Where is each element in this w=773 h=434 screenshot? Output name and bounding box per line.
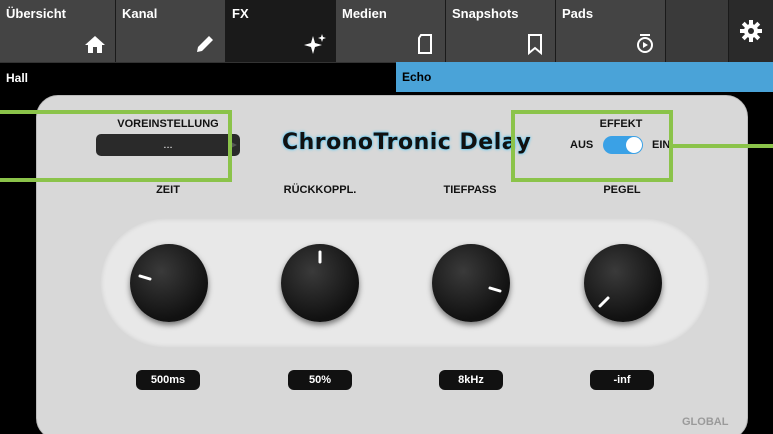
param-label-time: ZEIT <box>156 184 180 196</box>
knob-indicator <box>138 274 152 281</box>
plugin-title: ChronoTronic Delay <box>282 130 532 155</box>
knob-indicator <box>488 286 502 293</box>
knob-indicator <box>318 250 322 264</box>
global-label: GLOBAL <box>682 416 729 428</box>
sd-card-icon <box>418 34 432 54</box>
tab-spacer <box>666 0 729 62</box>
fx-subtabs: Hall Echo <box>0 62 773 92</box>
tab-media[interactable]: Medien <box>336 0 446 62</box>
tab-label: Übersicht <box>6 6 66 21</box>
tab-label: Snapshots <box>452 6 519 21</box>
tab-settings[interactable] <box>729 0 773 62</box>
time-value[interactable]: 500ms <box>136 370 200 390</box>
knob-indicator <box>598 296 610 308</box>
tab-snapshots[interactable]: Snapshots <box>446 0 556 62</box>
subtab-echo[interactable]: Echo <box>396 62 773 92</box>
sparkle-icon <box>304 34 326 54</box>
tab-pads[interactable]: Pads <box>556 0 666 62</box>
level-knob[interactable] <box>584 244 662 322</box>
bookmark-icon <box>528 34 542 56</box>
tab-overview[interactable]: Übersicht <box>0 0 116 62</box>
tab-label: Pads <box>562 6 594 21</box>
tab-fx[interactable]: FX <box>226 0 336 62</box>
tab-label: Kanal <box>122 6 158 21</box>
time-knob[interactable] <box>130 244 208 322</box>
gear-icon <box>740 20 762 42</box>
param-label-lowpass: TIEFPASS <box>443 184 497 196</box>
preset-callout <box>0 110 232 182</box>
tab-label: FX <box>232 6 249 21</box>
tab-label: Medien <box>342 6 387 21</box>
lowpass-value[interactable]: 8kHz <box>439 370 503 390</box>
effect-callout <box>511 110 673 182</box>
home-icon <box>85 36 105 53</box>
pencil-icon <box>197 36 213 52</box>
top-tab-bar: Übersicht Kanal FX Medien Snapshots Pads <box>0 0 773 62</box>
param-label-level: PEGEL <box>603 184 641 196</box>
param-label-feedback: RÜCKKOPPL. <box>283 184 357 196</box>
level-value[interactable]: -inf <box>590 370 654 390</box>
lowpass-knob[interactable] <box>432 244 510 322</box>
tab-channel[interactable]: Kanal <box>116 0 226 62</box>
feedback-knob[interactable] <box>281 244 359 322</box>
effect-callout-line <box>669 144 773 148</box>
subtab-hall[interactable]: Hall <box>0 62 396 92</box>
feedback-value[interactable]: 50% <box>288 370 352 390</box>
pad-icon <box>637 34 653 53</box>
